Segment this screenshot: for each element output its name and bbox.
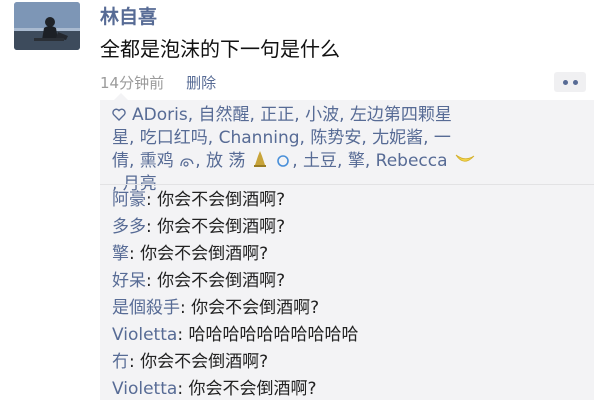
comment-item[interactable]: 多多: 你会不会倒酒啊? [112,214,588,241]
post-author-name[interactable]: 林自喜 [100,6,157,28]
comment-separator: : [129,352,141,372]
comment-text: 你会不会倒酒啊? [140,244,269,264]
likes-names[interactable]: , 土豆, 擎, Rebecca [292,151,447,171]
comment-separator: : [146,271,158,291]
post-timestamp: 14分钟前 [100,73,165,92]
comment-text: 你会不会倒酒啊? [191,298,320,318]
comment-separator: : [177,379,189,399]
comment-author[interactable]: Violetta [112,379,177,399]
comment-item[interactable]: Violetta: 哈哈哈哈哈哈哈哈哈哈 [112,322,588,349]
heart-outline-icon [112,108,126,121]
comment-item[interactable]: Violetta: 你会不会倒酒啊? [112,376,588,403]
comment-item[interactable]: 好呆: 你会不会倒酒啊? [112,268,588,295]
bow-emoji-icon [180,158,194,167]
likes-line[interactable]: 星, 吃口红吗, Channing, 陈势安, 尢妮酱, 一 [112,127,588,150]
likes-names[interactable]: ADoris, 自然醒, 正正, 小波, 左边第四颗星 [132,105,452,125]
comment-item[interactable]: 是個殺手: 你会不会倒酒啊? [112,295,588,322]
panel-notch [114,93,128,100]
more-actions-button[interactable] [554,72,586,92]
buddha-emoji-icon [253,151,266,167]
delete-link[interactable]: 删除 [186,72,216,93]
comment-author[interactable]: 阿豪 [112,190,146,210]
comment-separator: : [146,190,158,210]
comment-author[interactable]: 擎 [112,244,129,264]
comment-text: 哈哈哈哈哈哈哈哈哈哈 [188,325,359,345]
likes-line: ADoris, 自然醒, 正正, 小波, 左边第四颗星 [112,104,588,127]
comment-separator: : [177,325,189,345]
comment-item[interactable]: 冇: 你会不会倒酒啊? [112,349,588,376]
likes-divider [100,184,594,185]
comment-separator: : [129,244,141,264]
comment-item[interactable]: 擎: 你会不会倒酒啊? [112,241,588,268]
more-dots-icon [562,79,568,85]
post-text: 全都是泡沫的下一句是什么 [100,37,340,61]
comment-author[interactable]: 是個殺手 [112,298,180,318]
circle-emoji-icon [277,155,290,167]
comment-text: 你会不会倒酒啊? [157,190,286,210]
avatar[interactable] [14,2,80,50]
comment-text: 你会不会倒酒啊? [157,271,286,291]
comment-author[interactable]: Violetta [112,325,177,345]
comment-item[interactable]: 阿豪: 你会不会倒酒啊? [112,187,588,214]
likes-names[interactable]: , 放 荡 [195,151,245,171]
avatar-photo [14,2,80,50]
interaction-panel: ADoris, 自然醒, 正正, 小波, 左边第四颗星 星, 吃口红吗, Cha… [100,93,594,403]
comment-text: 你会不会倒酒啊? [140,352,269,372]
comment-separator: : [146,217,158,237]
likes-line: 倩, 熏鸡 , 放 荡 , 土豆, 擎, Rebecca [112,150,588,173]
comment-separator: : [180,298,192,318]
comment-author[interactable]: 多多 [112,217,146,237]
post-meta: 14分钟前 删除 [100,72,216,92]
likes-names[interactable]: 倩, 熏鸡 [112,151,174,171]
comment-text: 你会不会倒酒啊? [157,217,286,237]
banana-emoji-icon [455,154,475,162]
comment-author[interactable]: 冇 [112,352,129,372]
likes-list: ADoris, 自然醒, 正正, 小波, 左边第四颗星 星, 吃口红吗, Cha… [112,104,588,196]
comments-list: 阿豪: 你会不会倒酒啊? 多多: 你会不会倒酒啊? 擎: 你会不会倒酒啊? 好呆… [112,187,588,403]
comment-text: 你会不会倒酒啊? [188,379,317,399]
comment-author[interactable]: 好呆 [112,271,146,291]
